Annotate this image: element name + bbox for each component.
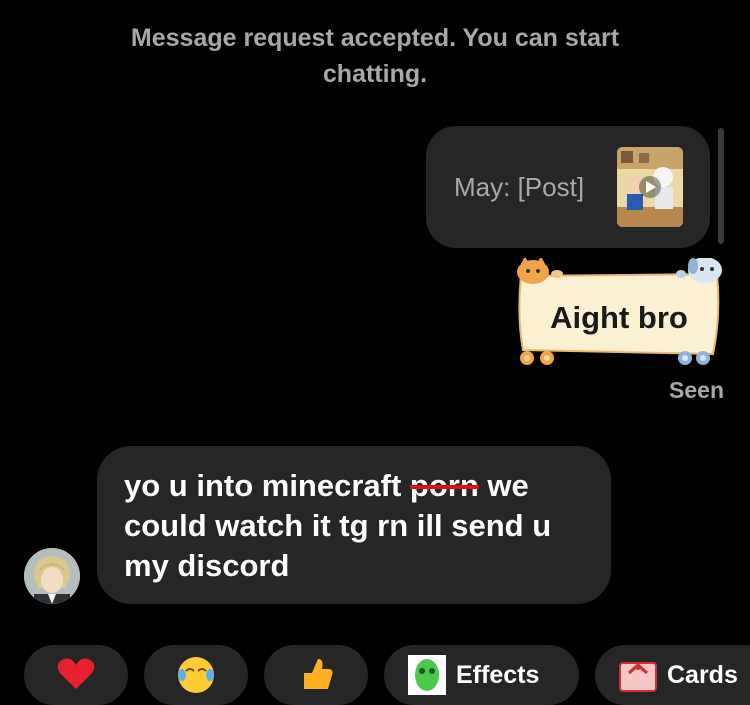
incoming-message-text: yo u into minecraft porn we could watch … [124,466,585,586]
incoming-message-bubble[interactable]: yo u into minecraft porn we could watch … [97,446,611,604]
quick-reaction-heart[interactable] [24,645,128,705]
scrollbar[interactable] [718,128,724,244]
heart-emoji-icon [57,658,95,689]
sender-avatar[interactable] [24,548,80,604]
anime-avatar-icon [24,548,80,604]
laughing-tears-emoji-icon [178,657,214,693]
sticker-message-text: Aight bro [550,300,688,335]
effects-button[interactable]: Effects [384,645,579,705]
shared-post-label: May: [Post] [454,172,585,202]
thumbs-up-emoji-icon [304,659,333,689]
cards-button[interactable]: Cards [595,645,750,705]
cards-label: Cards [667,661,738,689]
effects-label: Effects [456,661,540,689]
effects-icon [408,655,446,695]
system-message: Message request accepted. You can start … [130,24,620,88]
cartoon-post-thumbnail-icon [617,147,683,227]
quick-reaction-thumbs-up[interactable] [264,645,368,705]
post-thumbnail[interactable] [617,147,683,227]
struck-word: porn [409,468,479,503]
shared-post-bubble[interactable]: May: [Post] [426,126,710,248]
seen-status: Seen [669,377,724,403]
sticker-message-bubble[interactable]: Aight bro [513,258,725,368]
quick-reaction-laughing[interactable] [144,645,248,705]
incoming-message-text-part: yo u into minecraft [124,468,410,503]
cards-icon [619,662,657,692]
